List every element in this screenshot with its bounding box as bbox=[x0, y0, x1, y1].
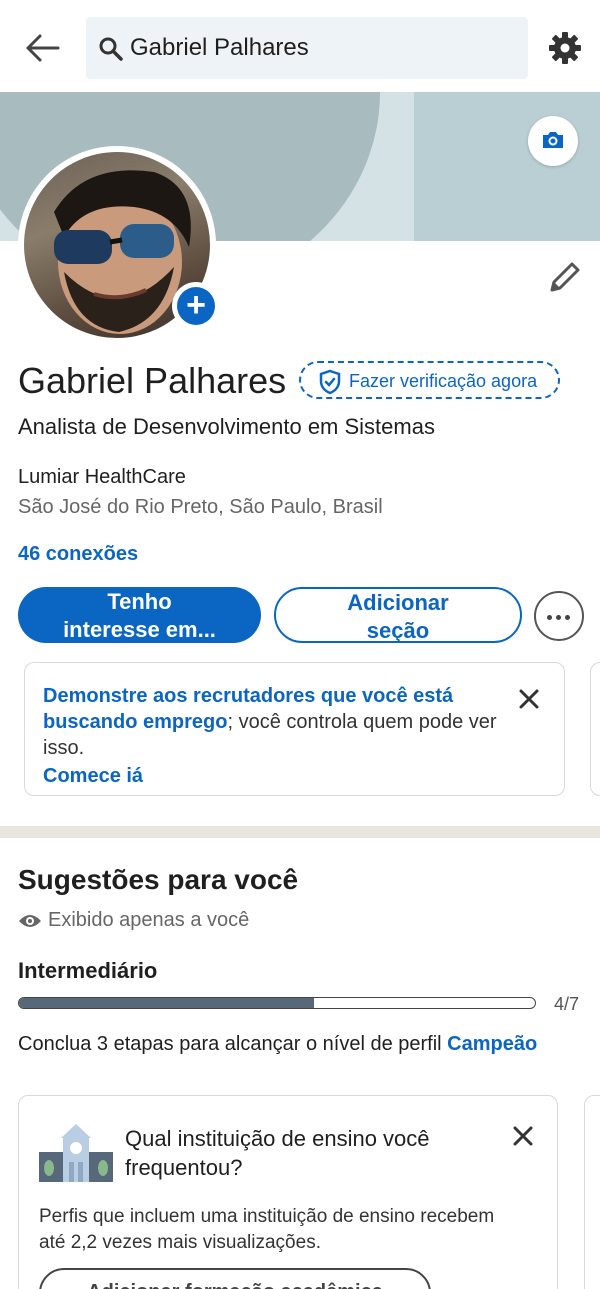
verify-now-button[interactable]: Fazer verificação agora bbox=[299, 361, 560, 399]
search-icon bbox=[99, 37, 123, 61]
edit-banner-button[interactable] bbox=[528, 116, 578, 166]
profile-location: São José do Rio Preto, São Paulo, Brasil bbox=[18, 496, 383, 518]
profile-level: Intermediário bbox=[18, 958, 158, 983]
plus-icon: + bbox=[177, 287, 215, 325]
close-icon[interactable] bbox=[509, 1122, 537, 1150]
dot bbox=[547, 615, 552, 620]
add-section-button[interactable]: Adicionar seção bbox=[274, 587, 522, 643]
progress-fill bbox=[19, 998, 314, 1008]
section-divider bbox=[0, 826, 600, 838]
connections-link[interactable]: 46 conexões bbox=[18, 543, 138, 566]
shield-check-icon bbox=[319, 369, 341, 395]
open-to-work-text: Demonstre aos recrutadores que você está… bbox=[43, 683, 503, 761]
profile-name: Gabriel Palhares bbox=[18, 360, 287, 401]
open-to-work-card: Demonstre aos recrutadores que você está… bbox=[24, 662, 565, 796]
profile-headline: Analista de Desenvolvimento em Sistemas bbox=[18, 414, 435, 439]
back-arrow-icon[interactable] bbox=[22, 28, 62, 68]
education-description: Perfis que incluem uma instituição de en… bbox=[39, 1206, 495, 1253]
add-education-button[interactable]: Adicionar formação acadêmica bbox=[39, 1268, 431, 1289]
profile-progress-bar bbox=[18, 997, 536, 1009]
open-to-button[interactable]: Tenho interesse em... bbox=[18, 587, 261, 643]
search-input[interactable] bbox=[130, 27, 510, 69]
dot bbox=[556, 615, 561, 620]
education-question: Qual instituição de ensino você frequent… bbox=[125, 1126, 430, 1180]
avatar[interactable]: + bbox=[18, 146, 220, 344]
pencil-icon[interactable] bbox=[546, 258, 584, 296]
top-bar bbox=[0, 0, 600, 92]
level-target-link[interactable]: Campeão bbox=[447, 1033, 537, 1055]
camera-icon bbox=[543, 132, 563, 148]
add-section-label-line1: Adicionar bbox=[347, 590, 449, 615]
level-description: Conclua 3 etapas para alcançar o nível d… bbox=[18, 1033, 537, 1056]
open-to-label-line1: Tenho bbox=[107, 589, 172, 614]
add-section-label-line2: seção bbox=[366, 618, 430, 643]
level-desc-text: Conclua 3 etapas para alcançar o nível d… bbox=[18, 1033, 448, 1055]
verify-label: Fazer verificação agora bbox=[349, 371, 538, 391]
suggestions-visibility: Exibido apenas a você bbox=[18, 909, 249, 932]
education-suggestion-card: Qual instituição de ensino você frequent… bbox=[18, 1095, 558, 1289]
dot bbox=[565, 615, 570, 620]
search-bar[interactable] bbox=[86, 17, 528, 79]
suggestions-title: Sugestões para você bbox=[18, 864, 299, 895]
gear-icon[interactable] bbox=[546, 29, 584, 67]
banner-shape bbox=[414, 92, 600, 241]
add-story-button[interactable]: + bbox=[172, 282, 220, 330]
eye-icon bbox=[19, 915, 41, 927]
school-icon bbox=[39, 1124, 113, 1182]
next-card-peek[interactable] bbox=[584, 1095, 600, 1289]
close-icon[interactable] bbox=[515, 685, 543, 713]
profile-company: Lumiar HealthCare bbox=[18, 466, 186, 488]
open-to-label-line2: interesse em... bbox=[63, 617, 216, 642]
progress-label: 4/7 bbox=[554, 994, 580, 1014]
more-options-button[interactable] bbox=[534, 591, 584, 641]
open-to-work-cta[interactable]: Comece iá bbox=[43, 765, 143, 788]
visibility-label: Exibido apenas a você bbox=[48, 909, 250, 931]
next-card-peek[interactable] bbox=[590, 662, 600, 796]
